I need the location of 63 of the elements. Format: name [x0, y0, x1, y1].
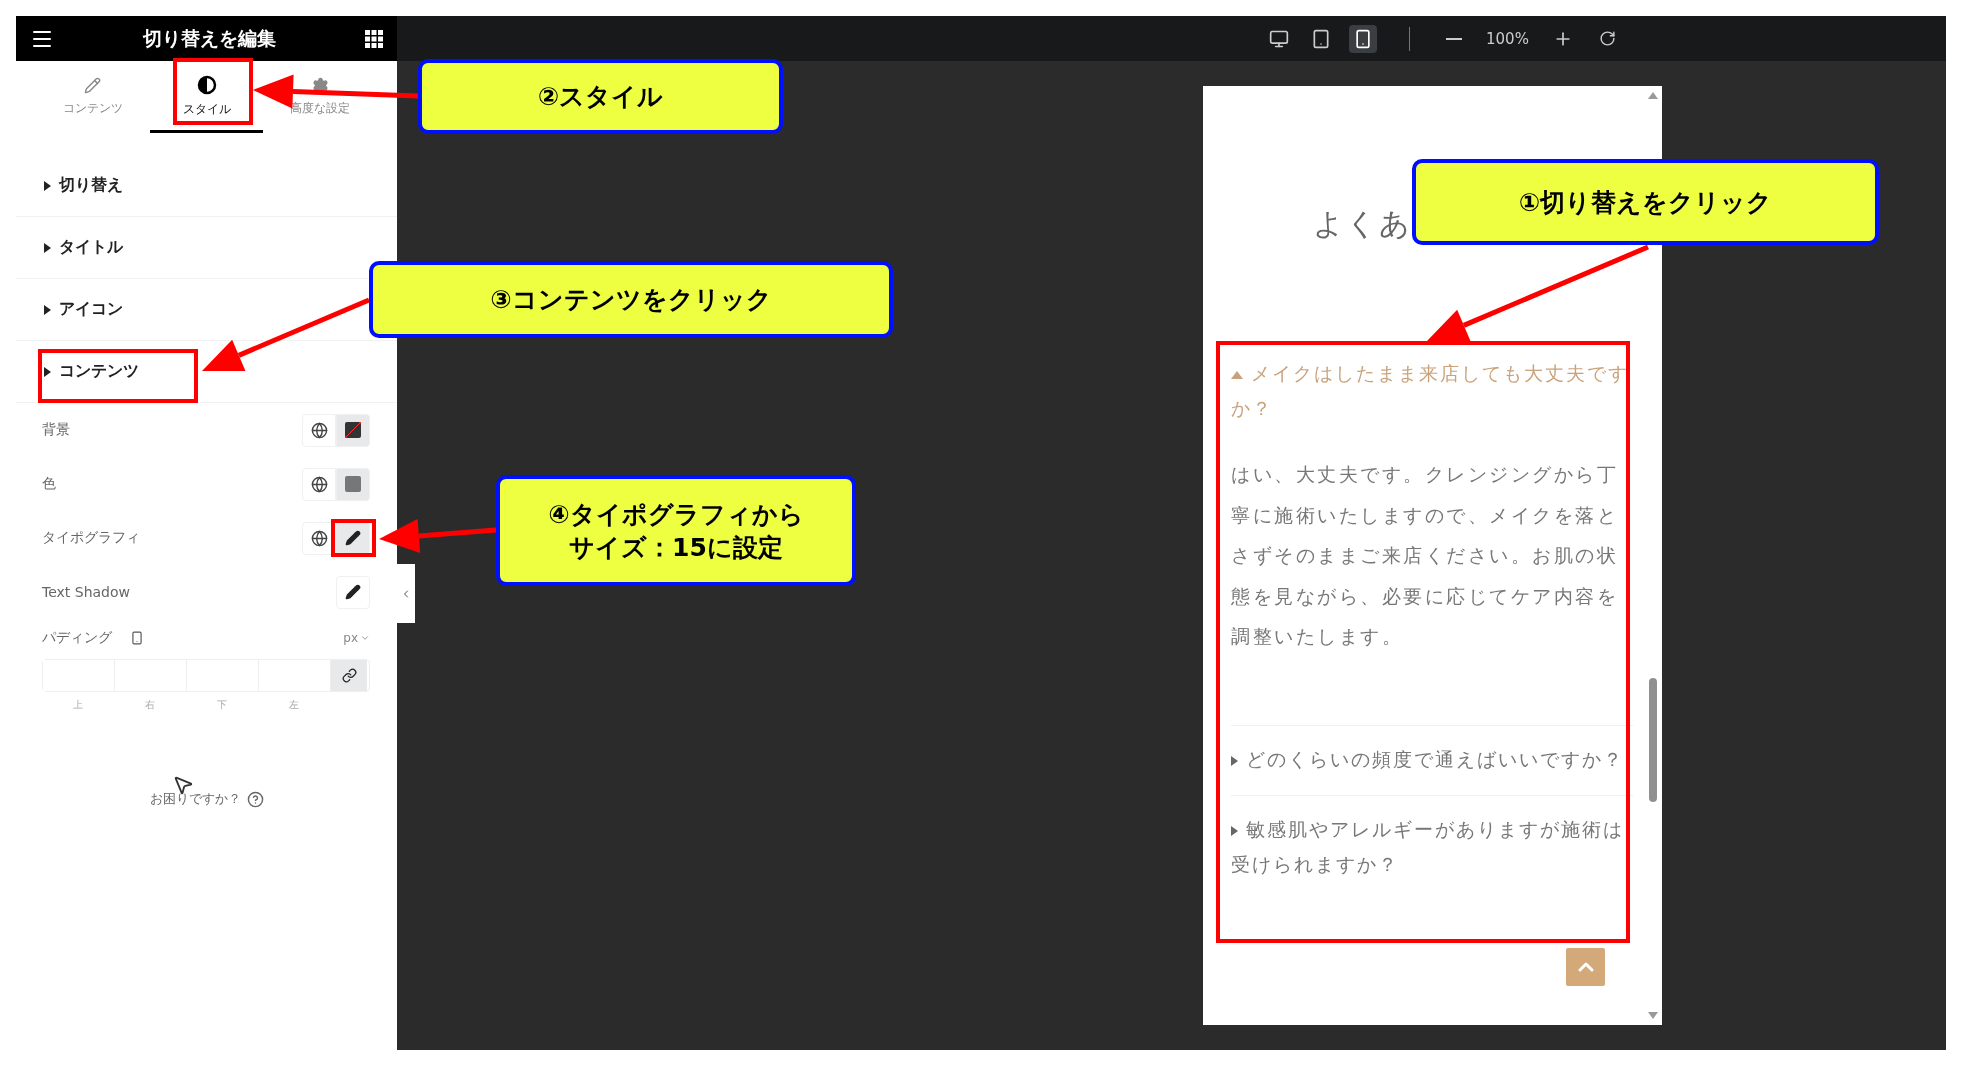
- chevron-down-icon: [360, 633, 370, 643]
- pencil-icon: [345, 530, 361, 546]
- control-label: Text Shadow: [42, 584, 130, 600]
- callout-text: ①切り替えをクリック: [1518, 186, 1773, 219]
- help-icon: [246, 790, 264, 808]
- mobile-icon[interactable]: [130, 631, 144, 645]
- section-header[interactable]: タイトル: [44, 237, 123, 258]
- caret-icon: [44, 366, 51, 377]
- faq-question[interactable]: 敏感肌やアレルギーがありますが施術は受けられますか？: [1231, 811, 1633, 882]
- pencil-icon: [84, 76, 102, 94]
- scroll-down-icon[interactable]: [1648, 1012, 1658, 1019]
- callout-text: ④タイポグラフィから: [548, 498, 804, 531]
- padding-field-group[interactable]: [42, 659, 370, 692]
- panel-title: 切り替えを編集: [143, 25, 276, 51]
- minus-icon: [1446, 37, 1462, 40]
- edit-button[interactable]: [336, 575, 370, 609]
- reset-icon: [1598, 30, 1616, 47]
- globe-icon: [310, 475, 328, 493]
- faq-answer: はい、大丈夫です。クレンジングから丁寧に施術いたしますので、メイクを落とさずそのままご来店ください。お肌の状態を見ながら、必要に応じてケア内容を調整いたします。: [1231, 462, 1619, 649]
- section-header[interactable]: 切り替え: [44, 175, 123, 196]
- global-button[interactable]: [302, 467, 336, 501]
- caret-icon: [1231, 755, 1238, 766]
- globe-icon: [310, 529, 328, 547]
- section-header[interactable]: コンテンツ: [44, 361, 139, 382]
- side-label: 下: [216, 698, 228, 712]
- device-button[interactable]: [1349, 24, 1377, 53]
- control-label: 背景: [42, 421, 70, 439]
- contrast-icon: [196, 75, 217, 95]
- mobile-icon: [1353, 28, 1373, 49]
- zoom-level: 100%: [1486, 29, 1529, 48]
- faq-question[interactable]: どのくらいの頻度で通えばいいですか？: [1231, 741, 1633, 777]
- caret-icon: [44, 304, 51, 315]
- callout-text: ③コンテンツをクリック: [490, 284, 772, 316]
- control-label: 色: [42, 475, 56, 493]
- unit-dropdown[interactable]: px: [343, 631, 370, 645]
- color-swatch-button[interactable]: [336, 413, 370, 447]
- side-label: 左: [288, 698, 300, 712]
- desktop-icon: [1269, 28, 1289, 49]
- panel-tab[interactable]: コンテンツ: [36, 61, 150, 133]
- control-label: パディング: [42, 629, 112, 647]
- caret-icon: [1231, 371, 1243, 379]
- tablet-icon: [1311, 28, 1331, 49]
- globe-icon: [310, 421, 328, 439]
- scrollbar-thumb[interactable]: [1649, 678, 1657, 802]
- callout-text: ②スタイル: [537, 81, 664, 113]
- callout-text: サイズ：15に設定: [569, 531, 783, 564]
- link-icon: [341, 668, 357, 683]
- color-swatch-button[interactable]: [336, 467, 370, 501]
- scroll-up-icon[interactable]: [1648, 92, 1658, 99]
- section-header[interactable]: アイコン: [44, 299, 123, 320]
- side-label: 右: [144, 698, 156, 712]
- caret-icon: [44, 242, 51, 253]
- caret-icon: [44, 180, 51, 191]
- page-heading: よくあ: [1313, 205, 1412, 243]
- help-link[interactable]: お困りですか？: [149, 790, 264, 808]
- side-label: 上: [72, 698, 84, 712]
- apps-grid-icon[interactable]: [365, 29, 383, 48]
- control-label: タイポグラフィ: [42, 529, 140, 547]
- pencil-icon: [345, 584, 361, 600]
- caret-icon: [1231, 825, 1238, 836]
- link-button[interactable]: [331, 660, 367, 691]
- global-button[interactable]: [302, 413, 336, 447]
- highlight-frame: [331, 519, 376, 557]
